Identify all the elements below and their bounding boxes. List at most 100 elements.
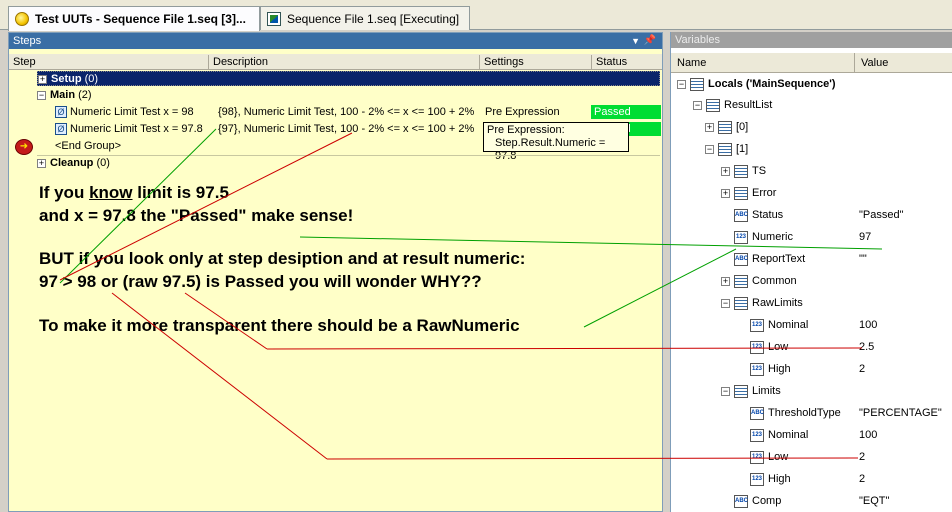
- tree-item-value[interactable]: 2: [859, 470, 865, 488]
- sequence-running-icon: [15, 12, 29, 26]
- tree-item[interactable]: 123 Low: [750, 338, 788, 356]
- tree-item[interactable]: + [0]: [705, 118, 748, 136]
- step-row[interactable]: Ø Numeric Limit Test x = 98: [55, 105, 194, 120]
- column-name[interactable]: Name: [671, 53, 855, 73]
- container-icon: [706, 98, 720, 112]
- tree-item[interactable]: + TS: [721, 162, 766, 180]
- number-type-icon: 123: [734, 230, 748, 244]
- tree-item-value[interactable]: 2.5: [859, 338, 874, 356]
- expand-icon[interactable]: +: [721, 188, 730, 198]
- tree-item[interactable]: ABC ThresholdType: [750, 404, 841, 422]
- tree-item-name: Limits: [752, 385, 781, 397]
- expand-icon[interactable]: +: [721, 166, 730, 176]
- annotation-line-5: To make it more transparent there should…: [39, 316, 520, 335]
- column-status[interactable]: Status: [592, 55, 664, 69]
- tree-locals[interactable]: − Locals ('MainSequence'): [677, 75, 835, 93]
- container-icon: [734, 274, 748, 288]
- tree-item-name: ReportText: [752, 253, 806, 265]
- expand-icon[interactable]: +: [38, 74, 47, 84]
- variables-column-header: Name Value: [671, 53, 952, 73]
- step-row[interactable]: Ø Numeric Limit Test x = 97.8: [55, 122, 203, 137]
- collapse-icon[interactable]: −: [677, 79, 686, 89]
- group-cleanup[interactable]: + Cleanup (0): [37, 156, 110, 171]
- collapse-icon[interactable]: −: [705, 144, 714, 154]
- tab-label: Test UUTs - Sequence File 1.seq [3]...: [35, 12, 246, 26]
- column-description[interactable]: Description: [209, 55, 480, 69]
- tree-item[interactable]: 123 Low: [750, 448, 788, 466]
- number-type-icon: 123: [750, 318, 764, 332]
- tree-item-value[interactable]: 100: [859, 426, 877, 444]
- tree-item-value[interactable]: 97: [859, 228, 871, 246]
- tree-item[interactable]: 123 Numeric: [734, 228, 793, 246]
- number-type-icon: 123: [750, 428, 764, 442]
- execution-pointer-icon: ➜: [15, 139, 33, 155]
- tree-item-value[interactable]: 2: [859, 448, 865, 466]
- tree-item-value[interactable]: "EQT": [859, 492, 889, 510]
- group-main[interactable]: − Main (2): [37, 88, 92, 103]
- end-group[interactable]: <End Group>: [55, 139, 121, 154]
- collapse-icon[interactable]: −: [693, 100, 702, 110]
- collapse-icon[interactable]: −: [37, 90, 46, 100]
- group-label: Setup: [51, 73, 82, 85]
- tree-item[interactable]: ABC ReportText: [734, 250, 805, 268]
- pin-icon[interactable]: 📌: [644, 33, 656, 49]
- collapse-icon[interactable]: −: [721, 386, 730, 396]
- breakpoint-gutter[interactable]: [9, 70, 35, 511]
- tree-item-name: TS: [752, 165, 767, 177]
- group-label: Main: [50, 89, 76, 101]
- expand-icon[interactable]: +: [721, 276, 730, 286]
- tree-item[interactable]: ABC Status: [734, 206, 783, 224]
- tab-test-uuts[interactable]: Test UUTs - Sequence File 1.seq [3]...: [8, 6, 260, 31]
- tree-item-name: High: [768, 363, 791, 375]
- tree-item-name: [1]: [736, 143, 749, 155]
- tree-item-value[interactable]: "PERCENTAGE": [859, 404, 942, 422]
- tree-item[interactable]: + Error: [721, 184, 776, 202]
- tree-item[interactable]: 123 Nominal: [750, 426, 808, 444]
- tree-item[interactable]: − Limits: [721, 382, 781, 400]
- tree-item-value[interactable]: 2: [859, 360, 865, 378]
- status-badge: Passed: [591, 105, 661, 119]
- group-label: Cleanup: [50, 157, 94, 169]
- container-icon: [734, 186, 748, 200]
- tree-item[interactable]: 123 Nominal: [750, 316, 808, 334]
- annotation-line-4: 97 > 98 or (raw 97.5) is Passed you will…: [39, 272, 482, 291]
- column-settings[interactable]: Settings: [480, 55, 592, 69]
- tooltip-line: Step.Result.Numeric = 97.8: [495, 137, 606, 162]
- expand-icon[interactable]: +: [37, 158, 46, 168]
- column-value[interactable]: Value: [855, 53, 952, 73]
- tree-item-value[interactable]: 100: [859, 316, 877, 334]
- tree-item[interactable]: 123 High: [750, 360, 791, 378]
- numeric-limit-icon: Ø: [55, 123, 67, 136]
- collapse-icon[interactable]: −: [721, 298, 730, 308]
- pane-title-text: Steps: [13, 35, 42, 47]
- step-description: {97}, Numeric Limit Test, 100 - 2% <= x …: [218, 123, 475, 135]
- numeric-limit-icon: Ø: [55, 106, 67, 119]
- tree-item-name: Comp: [752, 495, 782, 507]
- tree-item-name: Low: [768, 451, 789, 463]
- container-icon: [718, 120, 732, 134]
- tab-sequence-file[interactable]: Sequence File 1.seq [Executing]: [260, 6, 470, 30]
- tree-item-name: Nominal: [768, 429, 809, 441]
- tree-item-name: Low: [768, 341, 789, 353]
- tree-item[interactable]: + Common: [721, 272, 797, 290]
- number-type-icon: 123: [750, 362, 764, 376]
- tree-item-name: Nominal: [768, 319, 809, 331]
- container-icon: [734, 296, 748, 310]
- tree-item[interactable]: − ResultList: [693, 96, 772, 114]
- tree-item-value[interactable]: "Passed": [859, 206, 904, 224]
- tree-item[interactable]: 123 High: [750, 470, 791, 488]
- tree-item[interactable]: − [1]: [705, 140, 748, 158]
- column-step[interactable]: Step: [9, 55, 209, 69]
- dropdown-arrow-icon[interactable]: ▼: [631, 33, 640, 49]
- group-setup[interactable]: + Setup (0): [37, 71, 660, 86]
- expand-icon[interactable]: +: [705, 122, 714, 132]
- annotation-line-3: BUT if you look only at step desiption a…: [39, 249, 526, 268]
- tree-item-value[interactable]: "": [859, 250, 867, 268]
- settings-tooltip: Pre Expression: Step.Result.Numeric = 97…: [483, 122, 629, 162]
- number-type-icon: 123: [750, 472, 764, 486]
- steps-pane-title: Steps ▼ 📌: [9, 33, 662, 49]
- tree-label: Locals ('MainSequence'): [708, 78, 836, 90]
- tree-item[interactable]: ABC Comp: [734, 492, 781, 510]
- tree-item-name: ThresholdType: [768, 407, 841, 419]
- tree-item[interactable]: − RawLimits: [721, 294, 803, 312]
